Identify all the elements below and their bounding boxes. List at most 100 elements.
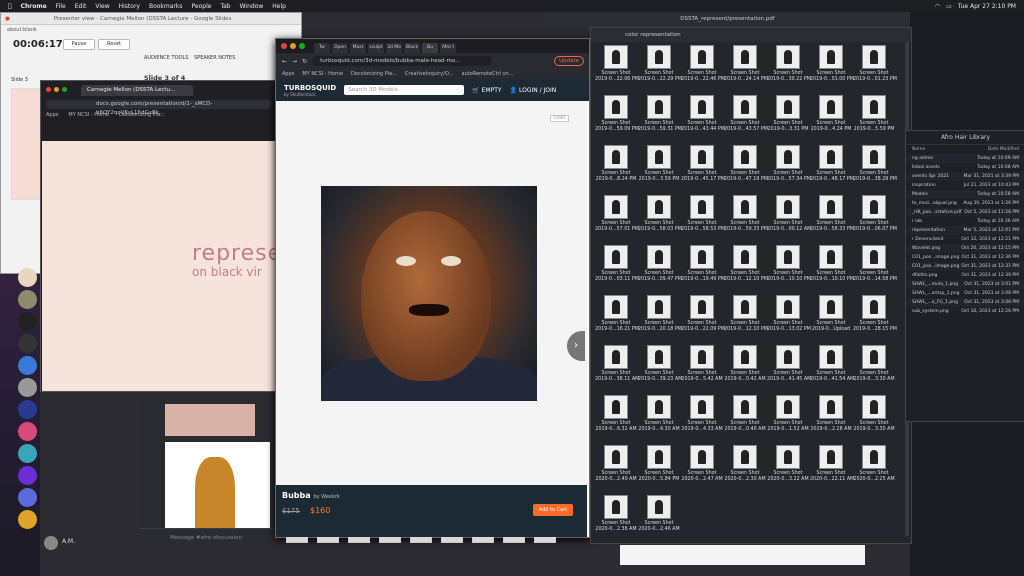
file-item[interactable]: Screen Shot 2019-0...00.12 AM <box>767 195 811 245</box>
file-item[interactable]: Screen Shot 2019-0...22.46 PM <box>681 45 725 95</box>
file-item[interactable]: Screen Shot 2019-0...59.09 PM <box>595 95 639 145</box>
file-item[interactable]: Screen Shot 2019-0...14.58 PM <box>853 245 897 295</box>
dock-app-icon[interactable] <box>18 334 37 353</box>
file-item[interactable]: Screen Shot 2019-0...5.59 PM <box>853 95 895 145</box>
file-row[interactable]: to_mod...algual.png Aug 30, 2023 at 1:26 … <box>906 199 1024 208</box>
browser-tab[interactable]: sculpt <box>368 43 384 53</box>
file-row[interactable]: SHWL_...antsp_1.png Oct 31, 2023 at 3:08 … <box>906 289 1024 298</box>
browser-tab[interactable]: Open <box>332 43 348 53</box>
bookmark-apps[interactable]: Apps <box>46 112 58 118</box>
forward-icon[interactable]: → <box>292 58 297 65</box>
model-viewer[interactable]: 1080 › ❯ <box>276 101 587 543</box>
browser-tab[interactable]: Mast <box>350 43 366 53</box>
file-item[interactable]: Screen Shot 2019-0...22.09 PM <box>681 295 725 345</box>
dock-app-icon[interactable] <box>18 290 37 309</box>
file-row[interactable]: Models Today at 10:58 AM <box>906 190 1024 199</box>
file-row[interactable]: SHWL_...mula_1.png Oct 31, 2023 at 3:01 P… <box>906 280 1024 289</box>
file-item[interactable]: Screen Shot 2019-0...6.32 AM <box>595 395 637 445</box>
menu-app[interactable]: Chrome <box>21 3 47 10</box>
browser-tab[interactable]: 3d Mo <box>386 43 402 53</box>
file-item[interactable]: Screen Shot 2020-0...2.25 AM <box>853 445 895 495</box>
file-item[interactable]: Screen Shot 2019-0...1.52 AM <box>767 395 809 445</box>
file-item[interactable]: Screen Shot 2019-0...3.30 AM <box>853 395 895 445</box>
file-item[interactable]: Screen Shot 2019-0...24.14 PM <box>724 45 768 95</box>
file-item[interactable]: Screen Shot 2019-0...0.40 AM <box>724 395 766 445</box>
file-item[interactable]: Screen Shot 2019-0...01.00 PM <box>810 45 854 95</box>
file-row[interactable]: C01_pos...image.png Oct 31, 2023 at 12:31… <box>906 262 1024 271</box>
file-row[interactable]: C01_pos...image.png Oct 31, 2023 at 12:36… <box>906 253 1024 262</box>
file-item[interactable]: Screen Shot 2019-0...03.11 PM <box>595 245 639 295</box>
add-to-cart-button[interactable]: Add to Cart <box>533 504 573 516</box>
file-row[interactable]: Wavelet.png Oct 20, 2023 at 12:15 PM <box>906 244 1024 253</box>
browser-tab-active[interactable]: Bu <box>422 43 438 53</box>
bookmark-ncsi[interactable]: MY NCSI - Home <box>68 112 109 118</box>
search-input[interactable]: Search 3D Models <box>344 85 465 95</box>
wifi-icon[interactable]: ◠ <box>935 3 940 10</box>
avatar[interactable] <box>44 536 58 550</box>
file-item[interactable]: Screen Shot 2020-0...3.22 AM <box>767 445 809 495</box>
file-item[interactable]: Screen Shot 2020-0...22.11 AM <box>810 445 854 495</box>
close-icon[interactable] <box>281 43 287 49</box>
maximize-icon[interactable] <box>62 87 67 92</box>
file-item[interactable]: Screen Shot 2019-0...57.34 PM <box>767 145 811 195</box>
file-row[interactable]: _HK_pos...sstative.pdf Oct 5, 2023 at 11:… <box>906 208 1024 217</box>
file-row[interactable]: inspiration Jul 21, 2023 at 10:43 PM <box>906 181 1024 190</box>
file-item[interactable]: Screen Shot 2019-0...4.33 AM <box>681 395 723 445</box>
apple-icon[interactable]:  <box>8 3 12 10</box>
file-item[interactable]: Screen Shot 2019-0...2.28 AM <box>810 395 852 445</box>
file-item[interactable]: Screen Shot 2019-0...38.29 PM <box>853 145 897 195</box>
file-item[interactable]: Screen Shot 2019-0...47.19 PM <box>724 145 768 195</box>
file-item[interactable]: Screen Shot 2019-0...13.02 PM <box>767 295 811 345</box>
dock-app-icon[interactable] <box>18 378 37 397</box>
file-item[interactable]: Screen Shot 2020-0...2.47 AM <box>681 445 723 495</box>
cart-link[interactable]: 🛒 EMPTY <box>472 87 501 94</box>
close-icon[interactable] <box>46 87 51 92</box>
column-name[interactable]: Name <box>912 147 925 152</box>
column-date[interactable]: Date Modified <box>988 147 1019 152</box>
file-row[interactable]: r Devenviland Oct 12, 2023 at 12:21 PM <box>906 235 1024 244</box>
reset-button[interactable]: Reset <box>98 39 130 50</box>
file-item[interactable]: Screen Shot 2019-0...12.10 PM <box>724 295 768 345</box>
model-render-image[interactable] <box>321 186 537 401</box>
file-row[interactable]: SHWL_...a_FG_1.png Oct 31, 2023 at 3:08 P… <box>906 298 1024 307</box>
file-item[interactable]: Screen Shot 2019-0...58.33 PM <box>810 195 854 245</box>
doc-address-bar[interactable]: docs.google.com/presentation/d/1-_sMCD-b… <box>46 100 271 116</box>
update-button[interactable]: Update <box>554 56 584 66</box>
file-item[interactable]: Screen Shot 2019-0...38.11 AM <box>595 345 639 395</box>
presenter-tab[interactable]: about:blank <box>7 27 37 33</box>
file-item[interactable]: Screen Shot 2020-0...2.30 AM <box>724 445 766 495</box>
menu-people[interactable]: People <box>192 3 212 10</box>
file-item[interactable]: Screen Shot 2020-0...2.36 AM <box>595 495 637 545</box>
file-item[interactable]: Screen Shot 2019-0...48.17 PM <box>810 145 854 195</box>
file-row[interactable]: ovents Spr 2021 Mar 31, 2021 at 3:39 PM <box>906 172 1024 181</box>
file-item[interactable]: Screen Shot 2020-0...5.84 PM <box>638 445 680 495</box>
dock-app-icon[interactable] <box>18 356 37 375</box>
browser-tab[interactable]: Black <box>404 43 420 53</box>
turbosquid-logo[interactable]: TURBOSQUID by Shutterstock <box>284 84 336 97</box>
file-item[interactable]: Screen Shot 2019-0...30.22 PM <box>767 45 811 95</box>
file-item[interactable]: Screen Shot 2019-0...Upload <box>810 295 852 345</box>
dock-app-icon[interactable] <box>18 312 37 331</box>
close-dot-icon[interactable]: ● <box>5 16 10 22</box>
browser-tab[interactable]: Tw <box>314 43 330 53</box>
file-item[interactable]: Screen Shot 2020-0...2.40 AM <box>595 445 637 495</box>
file-item[interactable]: Screen Shot 2019-0...57.01 PM <box>595 195 639 245</box>
file-item[interactable]: Screen Shot 2019-0...58.53 PM <box>681 195 725 245</box>
file-row[interactable]: sub_system.png Oct 16, 2023 at 12:26 PM <box>906 307 1024 316</box>
chat-image[interactable] <box>165 404 255 436</box>
file-item[interactable]: Screen Shot 2020-0...2.46 AM <box>638 495 680 545</box>
tab-carnegie-mellon[interactable]: Carnegie Mellon (DSSTA Lectu... <box>81 85 193 96</box>
tab-speaker-notes[interactable]: SPEAKER NOTES <box>194 55 235 61</box>
file-item[interactable]: Screen Shot 2019-0...4.24 PM <box>810 95 852 145</box>
file-item[interactable]: Screen Shot 2019-0...5.42 AM <box>681 345 723 395</box>
menu-edit[interactable]: Edit <box>75 3 87 10</box>
bookmark-decolonizing[interactable]: Decolonizing Pla... <box>119 112 165 118</box>
bookmark-creativeinquiry[interactable]: CreativeInquiry/O... <box>405 71 454 77</box>
dock-app-icon[interactable] <box>18 510 37 529</box>
file-item[interactable]: Screen Shot 2019-0...28.15 PM <box>853 295 897 345</box>
file-item[interactable]: Screen Shot 2019-0...39.23 AM <box>638 345 682 395</box>
file-item[interactable]: Screen Shot 2019-0...43.57 PM <box>724 95 768 145</box>
menu-window[interactable]: Window <box>240 3 264 10</box>
back-icon[interactable]: ← <box>282 58 287 65</box>
dock-app-icon[interactable] <box>18 488 37 507</box>
